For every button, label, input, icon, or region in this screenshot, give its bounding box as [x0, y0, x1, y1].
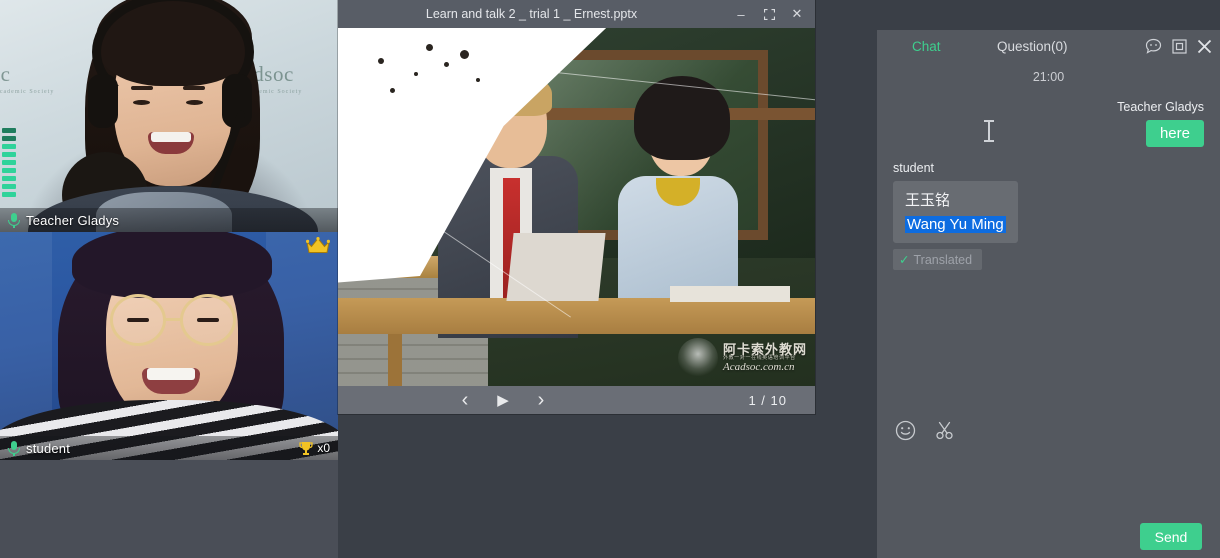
page-indicator: 1 / 10: [748, 393, 787, 408]
message-bubble[interactable]: here: [1146, 120, 1204, 147]
student-video-name: student: [26, 441, 70, 456]
chat-message-outgoing: Teacher Gladys here: [893, 100, 1204, 147]
app-root: dsocOnline Academic Society AcadsocOnlin…: [0, 0, 1220, 558]
chat-panel: Chat Question(0) 21:00 Teacher Gladys he…: [877, 30, 1220, 558]
slide-controls: ‹ ▶ › 1 / 10: [338, 386, 815, 414]
microphone-icon: [8, 440, 20, 456]
microphone-icon: [8, 212, 20, 228]
text-cursor-icon: [988, 120, 990, 142]
acadsoc-backdrop-logo: dsocOnline Academic Society: [0, 62, 54, 95]
acadsoc-watermark: 阿卡索外教网 外教一对一在线英语培训平台 Acadsoc.com.cn: [678, 338, 807, 378]
splash-dot: [378, 58, 384, 64]
splash-dot: [426, 44, 433, 51]
window-buttons: – ✕: [727, 0, 811, 28]
presentation-titlebar[interactable]: Learn and talk 2 _ trial 1 _ Ernest.pptx…: [338, 0, 815, 28]
minimize-icon[interactable]: –: [727, 0, 755, 28]
scissors-icon[interactable]: [934, 420, 955, 441]
student-eye: [127, 318, 149, 322]
splash-dot: [444, 62, 449, 67]
tab-chat[interactable]: Chat: [912, 39, 941, 54]
teacher-video-tile[interactable]: dsocOnline Academic Society AcadsocOnlin…: [0, 0, 338, 232]
headset-earcup: [88, 74, 118, 128]
translated-label: Translated: [913, 253, 972, 267]
slide-area[interactable]: d Talk nema: [338, 28, 815, 386]
student-video-feed: [0, 232, 338, 460]
compose-toolbar: [877, 410, 1220, 450]
splash-dot: [460, 50, 469, 59]
tree-watermark-icon: [678, 338, 718, 378]
watermark-text: 阿卡索外教网 外教一对一在线英语培训平台 Acadsoc.com.cn: [723, 343, 807, 373]
chat-timestamp: 21:00: [893, 70, 1204, 84]
student-mouth: [142, 368, 200, 394]
teacher-video-label-bar: Teacher Gladys: [0, 208, 338, 232]
watermark-url: Acadsoc.com.cn: [723, 362, 807, 374]
presentation-window: Learn and talk 2 _ trial 1 _ Ernest.pptx…: [338, 0, 815, 414]
audio-level-meter: [2, 128, 16, 197]
chat-header-icons: [1145, 38, 1212, 55]
slide-photo: 阿卡索外教网 外教一对一在线英语培训平台 Acadsoc.com.cn: [338, 28, 815, 386]
watermark-chinese-sub: 外教一对一在线英语培训平台: [723, 356, 807, 361]
student-eye: [197, 318, 219, 322]
photo-papers: [670, 286, 790, 302]
presentation-title: Learn and talk 2 _ trial 1 _ Ernest.pptx: [338, 7, 725, 21]
teacher-video-feed: dsocOnline Academic Society AcadsocOnlin…: [0, 0, 338, 232]
photo-table-leg: [388, 334, 402, 386]
message-bubble[interactable]: 王玉铭 Wang Yu Ming: [893, 181, 1018, 243]
restore-window-icon[interactable]: [1172, 39, 1187, 54]
student-fringe: [72, 232, 272, 298]
trophy-count: x0: [317, 441, 330, 455]
message-text-english-selected: Wang Yu Ming: [905, 216, 1006, 233]
eyeglasses-bridge: [164, 318, 182, 321]
message-sender: student: [893, 161, 1204, 175]
chat-header: Chat Question(0): [877, 30, 1220, 62]
student-video-tile[interactable]: student x0: [0, 232, 338, 460]
splash-dot: [390, 88, 395, 93]
splash-dot: [476, 78, 480, 82]
photo-laptop: [506, 233, 605, 301]
message-sender: Teacher Gladys: [893, 100, 1204, 114]
emoji-icon[interactable]: [895, 420, 916, 441]
chat-message-incoming: student 王玉铭 Wang Yu Ming ✓ Translated: [893, 161, 1204, 270]
check-icon: ✓: [899, 253, 909, 267]
translated-badge: ✓ Translated: [893, 249, 982, 270]
slide-canvas: d Talk nema: [338, 28, 815, 386]
chat-message-list[interactable]: 21:00 Teacher Gladys here student 王玉铭 Wa…: [877, 62, 1220, 410]
splash-dot: [414, 72, 418, 76]
trophy-badge: x0: [298, 440, 330, 456]
student-video-label-bar: student x0: [0, 436, 338, 460]
video-column: dsocOnline Academic Society AcadsocOnlin…: [0, 0, 338, 558]
close-icon[interactable]: ✕: [783, 0, 811, 28]
prev-slide-button[interactable]: ‹: [446, 386, 484, 414]
photo-table: [338, 298, 815, 334]
teacher-video-name: Teacher Gladys: [26, 213, 119, 228]
tab-question[interactable]: Question(0): [997, 39, 1068, 54]
close-icon[interactable]: [1197, 39, 1212, 54]
trophy-icon: [298, 440, 314, 456]
send-button[interactable]: Send: [1140, 523, 1202, 550]
message-text-chinese: 王玉铭: [905, 189, 1006, 210]
next-slide-button[interactable]: ›: [522, 386, 560, 414]
speech-bubble-icon[interactable]: [1145, 38, 1162, 55]
video-column-filler: [0, 460, 338, 558]
watermark-chinese: 阿卡索外教网: [723, 343, 807, 357]
restore-icon[interactable]: [755, 0, 783, 28]
play-button[interactable]: ▶: [484, 386, 522, 414]
crown-icon: [306, 237, 330, 254]
